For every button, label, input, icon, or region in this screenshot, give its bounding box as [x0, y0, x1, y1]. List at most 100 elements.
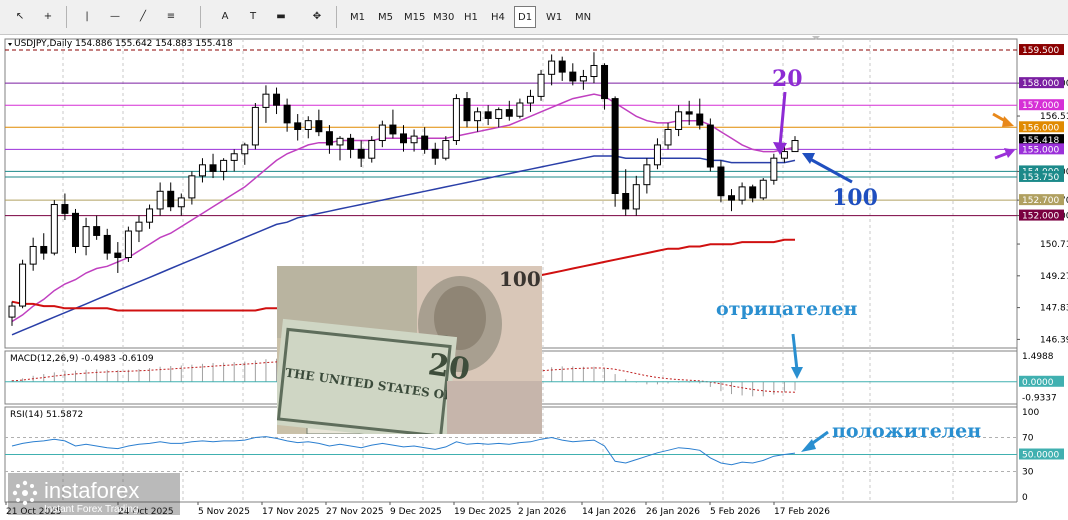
yen-denomination: 1000 — [499, 267, 542, 291]
watermark-tagline: Instant Forex Trading — [44, 504, 139, 515]
candle — [611, 98, 619, 194]
candle — [749, 186, 757, 199]
candle — [579, 76, 587, 82]
candle — [198, 164, 206, 177]
timeframe-m1[interactable]: M1 — [346, 6, 369, 28]
rsi-tick-label: 30 — [1022, 468, 1034, 478]
candle — [19, 263, 27, 307]
candle — [643, 164, 651, 186]
candle — [188, 175, 196, 199]
vertical-line-icon[interactable]: | — [76, 5, 98, 27]
price-tick-label: 156.510 — [1040, 112, 1068, 122]
candle — [241, 144, 249, 155]
x-tick-label: 9 Dec 2025 — [390, 507, 442, 517]
candle — [601, 64, 609, 100]
watermark-graphic: instaforex Instant Forex Trading — [8, 473, 180, 515]
rsi-tick-label: 0 — [1022, 493, 1028, 503]
text-label-icon[interactable]: T — [242, 5, 264, 27]
x-tick-label: 5 Nov 2025 — [198, 507, 250, 517]
candle — [283, 104, 291, 124]
candle — [463, 98, 471, 122]
candle — [558, 60, 566, 73]
candle — [82, 226, 90, 247]
macd-label: MACD(12,26,9) -0.4983 -0.6109 — [10, 354, 154, 364]
candle — [664, 128, 672, 146]
candle — [325, 131, 333, 146]
price-marker-label: 157.000 — [1022, 101, 1059, 111]
chart-area: 158.000156.510154.000152.700152.000150.7… — [0, 34, 1068, 520]
candle — [537, 73, 545, 97]
candle — [590, 64, 598, 78]
candle — [484, 111, 492, 119]
x-tick-label: 26 Jan 2026 — [646, 507, 700, 517]
candle — [61, 204, 69, 214]
candle — [791, 140, 799, 153]
candle — [495, 109, 503, 119]
rectangle-icon[interactable]: ▬ — [270, 5, 292, 27]
x-tick-label: 19 Dec 2025 — [454, 507, 512, 517]
candle — [378, 124, 386, 142]
candle — [410, 135, 418, 144]
candle — [294, 122, 302, 130]
timeframe-m30[interactable]: M30 — [429, 6, 458, 28]
price-marker-label: 156.000 — [1022, 123, 1059, 133]
banknote-image: 1000 THE UNITED STATES OF AMERICA 20 — [277, 266, 542, 434]
crosshair-icon[interactable]: + — [37, 5, 59, 27]
candle — [304, 120, 312, 130]
candle — [653, 144, 661, 166]
timeframe-d1[interactable]: D1 — [514, 6, 537, 28]
candle — [696, 113, 704, 126]
annotation-ma100: 100 — [832, 185, 878, 211]
price-marker-label: 159.500 — [1022, 46, 1059, 56]
timeframe-m5[interactable]: M5 — [374, 6, 397, 28]
trendline-icon[interactable]: ╱ — [132, 5, 154, 27]
annotation-rsi-positive: положителен — [832, 420, 981, 442]
candle — [273, 93, 281, 106]
cursor-icon[interactable]: ↖ — [9, 5, 31, 27]
candle — [548, 60, 556, 75]
timeframe-h1[interactable]: H1 — [460, 6, 482, 28]
price-marker-label: 152.000 — [1022, 212, 1059, 222]
price-tick-label: 147.830 — [1040, 304, 1068, 314]
timeframe-w1[interactable]: W1 — [542, 6, 566, 28]
text-icon[interactable]: A — [214, 5, 236, 27]
candle — [452, 98, 460, 142]
price-marker-label: 158.000 — [1022, 79, 1059, 89]
rsi-tick-label: 50.0000 — [1022, 451, 1059, 461]
candle — [728, 195, 736, 201]
candle — [357, 148, 365, 159]
x-tick-label: 17 Nov 2025 — [262, 507, 320, 517]
candle — [368, 140, 376, 159]
arrows-icon[interactable]: ✥ — [306, 5, 328, 27]
x-tick-label: 14 Jan 2026 — [582, 507, 636, 517]
fibonacci-icon[interactable]: ≡ — [160, 5, 182, 27]
candle — [717, 166, 725, 197]
candle — [516, 102, 524, 117]
candle — [505, 109, 513, 117]
horizontal-line-icon[interactable]: — — [104, 5, 126, 27]
candle — [738, 186, 746, 201]
macd-tick-label: 1.4988 — [1022, 352, 1054, 362]
price-tick-label: 146.390 — [1040, 335, 1068, 345]
candle — [262, 93, 270, 108]
candle — [230, 153, 238, 161]
price-marker-label: 152.700 — [1022, 196, 1059, 206]
timeframe-m15[interactable]: M15 — [400, 6, 429, 28]
candle — [442, 140, 450, 159]
candle — [93, 226, 101, 236]
candle — [50, 204, 58, 254]
price-tick-label: 150.710 — [1040, 240, 1068, 250]
candle — [389, 124, 397, 135]
macd-tick-label: -0.9337 — [1022, 394, 1057, 404]
candle — [40, 245, 48, 254]
currency-photo: 1000 THE UNITED STATES OF AMERICA 20 — [277, 266, 542, 434]
timeframe-mn[interactable]: MN — [571, 6, 595, 28]
timeframe-h4[interactable]: H4 — [487, 6, 509, 28]
candle — [632, 184, 640, 210]
chart-title: USDJPY,Daily 154.886 155.642 154.883 155… — [14, 39, 233, 49]
price-marker-label: 155.000 — [1022, 145, 1059, 155]
toolbar-separator — [336, 6, 337, 28]
rsi-label: RSI(14) 51.5872 — [10, 410, 83, 420]
x-tick-label: 17 Feb 2026 — [774, 507, 830, 517]
candle — [135, 221, 143, 232]
